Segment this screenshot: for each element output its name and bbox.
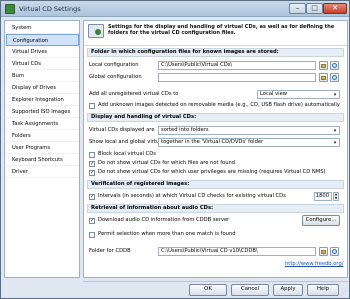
sidebar-item-supported-iso-images[interactable]: Supported ISO Images [6, 106, 79, 118]
cddb-folder-field[interactable]: C:\Users\Public\Virtual CD v10\CDDB\ [158, 247, 316, 256]
reset-icon[interactable] [330, 61, 339, 70]
resize-grip-icon[interactable]: ⋰ [340, 290, 348, 298]
block-local-label: Block local virtual CDs [98, 151, 156, 157]
settings-window: Virtual CD Settings – □ ✕ System Configu… [0, 0, 350, 299]
permit-selection-checkbox[interactable] [89, 232, 95, 238]
sidebar-item-task-assignments[interactable]: Task Assignments [6, 118, 79, 130]
sidebar-item-keyboard-shortcuts[interactable]: Keyboard Shortcuts [6, 154, 79, 166]
browse-folder-icon[interactable] [319, 61, 328, 70]
show-dropdown[interactable]: together in the 'Virtual CD/DVDs' folder… [158, 138, 340, 147]
show-value: together in the 'Virtual CD/DVDs' folder [161, 139, 264, 145]
footer-divider [83, 281, 348, 282]
interval-spinner[interactable]: ▲ ▼ [333, 192, 339, 201]
display-heading: Display and handling of virtual CDs: [87, 113, 344, 122]
cddb-folder-label: Folder for CDDB [89, 248, 131, 254]
sidebar-item-virtual-cds[interactable]: Virtual CDs [6, 58, 79, 70]
sidebar-item-virtual-drives[interactable]: Virtual Drives [6, 46, 79, 58]
local-config-field[interactable]: C:\Users\Public\Virtual CDs\ [158, 61, 316, 70]
audio-heading: Retrieval of information about audio CDs… [87, 204, 344, 213]
window-title: Virtual CD Settings [19, 5, 81, 13]
local-config-label: Local configuration [89, 62, 139, 68]
no-privileges-checkbox[interactable]: ✓ [89, 170, 95, 176]
close-button[interactable]: ✕ [323, 3, 347, 14]
sidebar-item-explorer-integration[interactable]: Explorer Integration [6, 94, 79, 106]
no-files-label: Do not show virtual CDs for which files … [98, 160, 236, 166]
global-config-label: Global configuration [89, 74, 142, 80]
browse-folder-icon[interactable] [319, 73, 328, 82]
minimize-button[interactable]: – [289, 3, 306, 14]
settings-sidebar: System Configuration Virtual Drives Virt… [4, 20, 80, 278]
maximize-button[interactable]: □ [306, 3, 323, 14]
block-local-checkbox[interactable] [89, 152, 95, 158]
interval-label: Intervals (in seconds) at which Virtual … [98, 193, 286, 199]
permit-selection-label: Permit selection when more than one matc… [98, 231, 236, 237]
verification-heading: Verification of registered images: [87, 180, 344, 189]
removable-media-label: Add unknown images detected on removable… [98, 102, 340, 108]
global-config-field[interactable] [158, 73, 316, 82]
configure-button[interactable]: Configure... [302, 215, 340, 226]
panel-description: Settings for the display and handling of… [108, 24, 335, 37]
ok-button[interactable]: OK [189, 284, 227, 296]
displayed-label: Virtual CDs displayed are [89, 127, 155, 133]
add-unregistered-dropdown[interactable]: Local view ▾ [257, 90, 340, 99]
download-cddb-checkbox[interactable]: ✓ [89, 218, 95, 224]
interval-field[interactable]: 1800 [314, 192, 332, 201]
displayed-value: sorted into folders [161, 127, 209, 133]
sidebar-item-folders[interactable]: Folders [6, 130, 79, 142]
no-files-checkbox[interactable]: ✓ [89, 161, 95, 167]
panel-header: Settings for the display and handling of… [84, 21, 347, 46]
reset-icon[interactable] [330, 247, 339, 256]
freedb-link[interactable]: http://www.freedb.org/ [285, 261, 344, 267]
reset-icon[interactable] [330, 73, 339, 82]
config-folders-heading: Folder in which configuration files for … [87, 48, 344, 57]
sidebar-item-user-programs[interactable]: User Programs [6, 142, 79, 154]
sidebar-item-burn[interactable]: Burn [6, 70, 79, 82]
no-privileges-label: Do not show virtual CDs for which user p… [98, 169, 326, 175]
chevron-down-icon: ▾ [333, 92, 337, 98]
cancel-button[interactable]: Cancel [231, 284, 269, 296]
displayed-dropdown[interactable]: sorted into folders ▾ [158, 126, 340, 135]
apply-button[interactable]: Apply [273, 284, 303, 296]
browse-folder-icon[interactable] [319, 247, 328, 256]
chevron-down-icon: ▾ [333, 140, 337, 146]
sidebar-item-driver[interactable]: Driver [6, 166, 79, 178]
add-unregistered-value: Local view [260, 91, 288, 97]
settings-panel: Settings for the display and handling of… [83, 20, 348, 278]
removable-media-checkbox[interactable] [89, 103, 95, 109]
app-icon [5, 4, 15, 14]
interval-checkbox[interactable]: ✓ [89, 194, 95, 200]
download-cddb-label: Download audio CD information from CDDB … [98, 217, 230, 223]
chevron-down-icon: ▾ [333, 128, 337, 134]
help-button[interactable]: Help [307, 284, 339, 296]
sidebar-item-system[interactable]: System [6, 22, 79, 34]
title-bar[interactable]: Virtual CD Settings – □ ✕ [1, 1, 349, 17]
sidebar-item-configuration[interactable]: Configuration [6, 34, 79, 46]
configuration-icon [88, 24, 104, 38]
sidebar-item-display-of-drives[interactable]: Display of Drives [6, 82, 79, 94]
add-unregistered-label: Add all unregistered virtual CDs to [89, 91, 179, 97]
